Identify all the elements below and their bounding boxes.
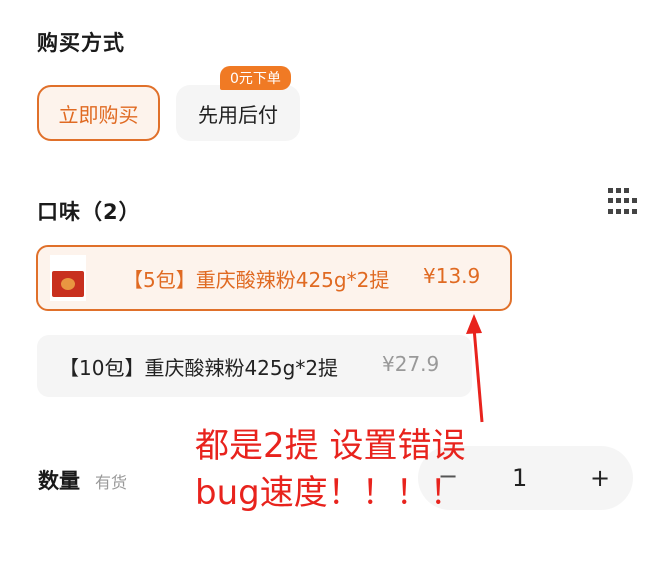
annotation-line-2: bug速度！！！！	[195, 473, 464, 513]
annotation-line-1: 都是2提 设置错误	[195, 426, 466, 466]
annotation-text: 都是2提 设置错误 bug速度！！！！	[195, 423, 465, 517]
